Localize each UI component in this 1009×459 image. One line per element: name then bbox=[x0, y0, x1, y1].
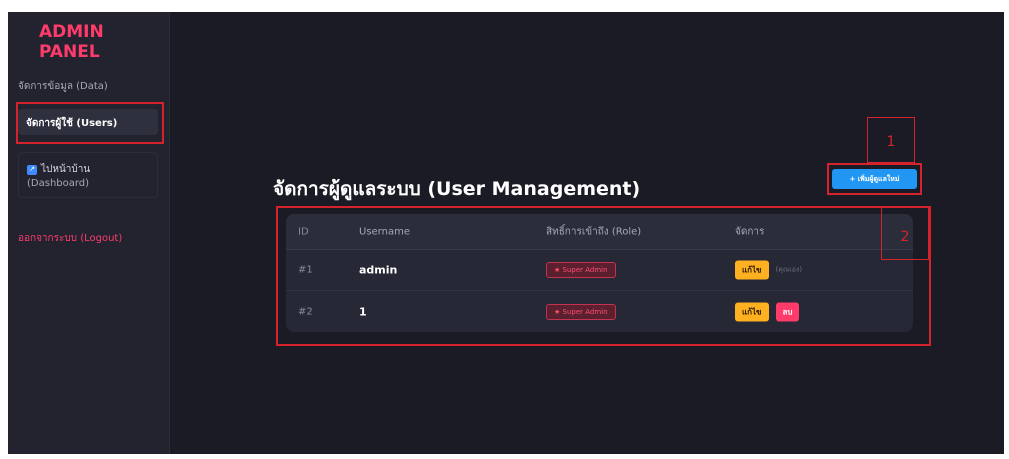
sidebar-item-data[interactable]: จัดการข้อมูล (Data) bbox=[18, 79, 108, 94]
highlight-box-add bbox=[827, 163, 922, 195]
dashboard-line: ↗ ไปหน้าบ้าน bbox=[27, 162, 157, 177]
sidebar: ADMIN PANEL จัดการข้อมูล (Data) จัดการผู… bbox=[8, 12, 170, 454]
annotation-label-2: 2 bbox=[881, 207, 929, 260]
dashboard-label: ไปหน้าบ้าน bbox=[41, 164, 91, 175]
brand-title: ADMIN PANEL bbox=[39, 22, 104, 62]
highlight-box-users bbox=[16, 102, 164, 144]
arrow-icon: ↗ bbox=[27, 164, 37, 175]
sidebar-item-logout[interactable]: ออกจากระบบ (Logout) bbox=[18, 231, 122, 246]
page-title: จัดการผู้ดูแลระบบ (User Management) bbox=[273, 178, 641, 200]
dashboard-sublabel: (Dashboard) bbox=[27, 178, 90, 189]
sidebar-item-dashboard[interactable]: ↗ ไปหน้าบ้าน (Dashboard) bbox=[18, 152, 158, 198]
annotation-label-1: 1 bbox=[867, 117, 915, 163]
highlight-box-table bbox=[276, 206, 931, 346]
